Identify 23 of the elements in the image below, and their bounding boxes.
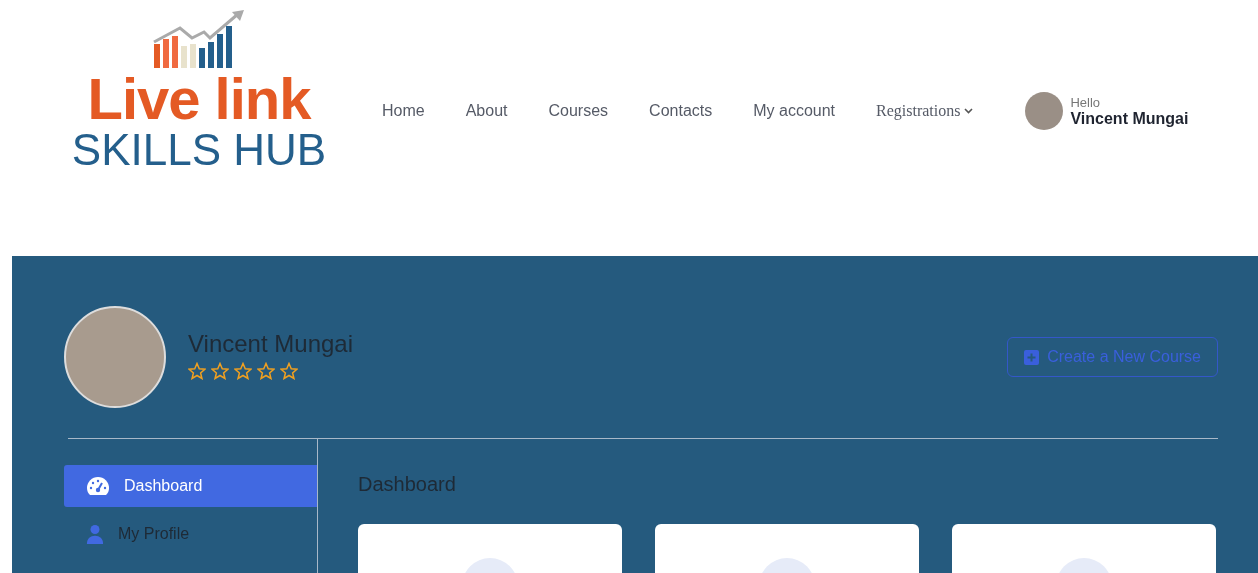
star-icon (211, 362, 229, 380)
nav-link[interactable]: Contacts (649, 98, 713, 124)
profile-name: Vincent Mungai (188, 330, 354, 358)
sidebar-item[interactable]: Dashboard (64, 465, 317, 507)
star-icon (188, 362, 206, 380)
user-name[interactable]: Vincent Mungai (1070, 109, 1189, 128)
nav-link[interactable]: About (465, 98, 508, 124)
star-icon (257, 362, 275, 380)
nav-link[interactable]: Home (382, 98, 425, 124)
gauge-icon (86, 476, 110, 496)
content-title: Dashboard (358, 473, 457, 496)
plus-square-icon (1024, 349, 1040, 365)
avatar-photo-placeholder[interactable] (1025, 92, 1064, 130)
nav-link[interactable]: My account (753, 98, 836, 124)
nav-dropdown[interactable]: Registrations (876, 98, 974, 124)
star-icon (280, 362, 298, 380)
greeting: Hello (1070, 94, 1102, 110)
logo-subtitle: SKILLS HUB (71, 128, 327, 172)
star-icon (234, 362, 252, 380)
person-icon (86, 523, 104, 545)
nav-link[interactable]: Courses (548, 98, 609, 124)
chevron-down-icon (964, 108, 974, 114)
logo-title: Live link (87, 70, 311, 128)
